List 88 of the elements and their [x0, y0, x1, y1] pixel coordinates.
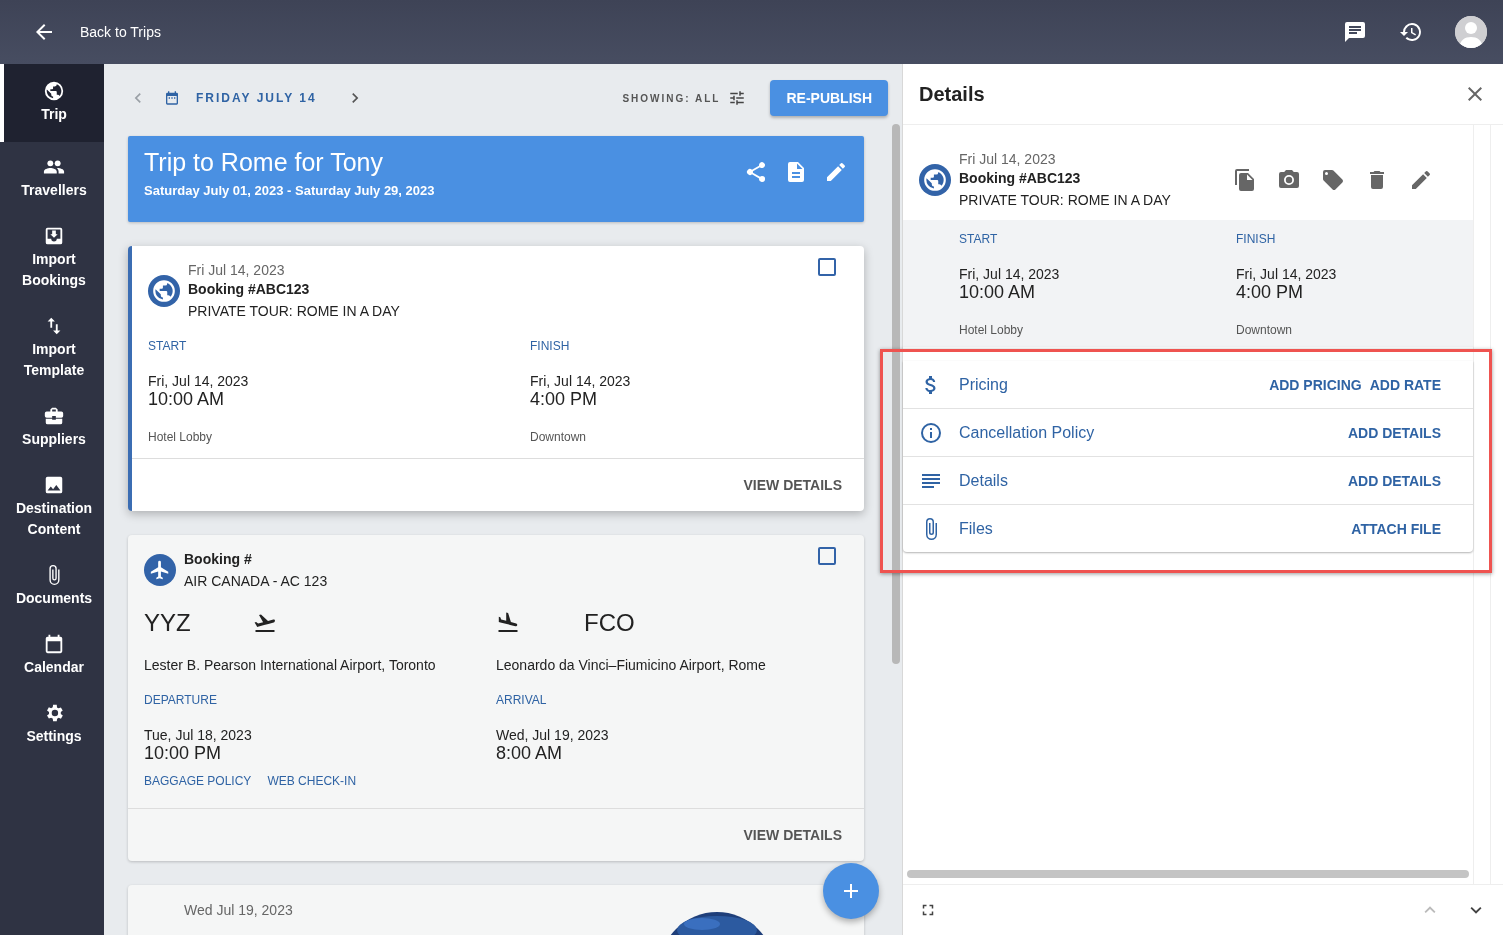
date-text: Tue, Jul 18, 2023: [144, 727, 253, 743]
policy-link[interactable]: BAGGAGE POLICY: [144, 774, 252, 788]
booking-card[interactable]: [128, 535, 864, 861]
checkbox[interactable]: [818, 258, 836, 276]
sidebar-item[interactable]: Import Bookings: [0, 211, 104, 301]
landing-icon: [496, 611, 520, 635]
place-text: Downtown: [1236, 323, 1294, 337]
view-details-button[interactable]: VIEW DETAILS: [737, 476, 848, 494]
section-action-button[interactable]: ATTACH FILE: [1351, 520, 1441, 537]
booking-number: Booking #ABC123: [959, 170, 1082, 186]
calendar-icon[interactable]: [164, 90, 180, 106]
time-text: 4:00 PM: [1236, 282, 1305, 303]
time-label: START: [148, 339, 188, 353]
place-text: Hotel Lobby: [148, 430, 214, 444]
current-date: FRIDAY JULY 14: [196, 91, 317, 105]
airline-flight: AIR CANADA - AC 123: [184, 573, 328, 589]
section-action-button[interactable]: ADD DETAILS: [1347, 424, 1441, 441]
section-title: Cancellation Policy: [959, 423, 1096, 442]
booking-card[interactable]: Fri Jul 14, 2023 Booking #ABC123 PRIVATE TOUR: ROME IN A DAY START Fri, Jul 14, 2023 10:00 AM Hotel Lobby FINISH Fri, Jul 14, 2023 4:00 PM Downtown VIEW DETAILS: [128, 246, 864, 511]
section-title: Pricing: [959, 375, 1009, 394]
time-text: 10:00 PM: [144, 743, 223, 764]
airport-name: Lester B. Pearson International Airport, Toronto: [144, 657, 437, 673]
booking-date: Wed Jul 19, 2023: [184, 902, 293, 918]
booking-date: Fri Jul 14, 2023: [959, 151, 1057, 167]
info-icon: [919, 420, 943, 445]
policy-link[interactable]: WEB CHECK-IN: [267, 774, 357, 788]
sidebar-item[interactable]: Settings: [0, 688, 104, 757]
booking-name: PRIVATE TOUR: ROME IN A DAY: [959, 192, 1171, 208]
sidebar-item[interactable]: Trip: [0, 64, 104, 142]
date-text: Wed, Jul 19, 2023: [496, 727, 610, 743]
globe-icon: [43, 80, 65, 102]
copy-icon[interactable]: [1233, 167, 1257, 192]
booking-card[interactable]: Wed Jul 19, 2023: [128, 885, 864, 935]
airplane-icon: [144, 554, 176, 586]
trip-title: Trip to Rome for Tony: [144, 148, 384, 177]
time-text: 8:00 AM: [496, 743, 564, 764]
booking-name: PRIVATE TOUR: ROME IN A DAY: [188, 303, 400, 319]
booking-number: Booking #ABC123: [188, 281, 311, 297]
place-text: Hotel Lobby: [959, 323, 1025, 337]
date-text: Fri, Jul 14, 2023: [148, 373, 250, 389]
section-title: Files: [959, 519, 994, 538]
history-icon[interactable]: [1399, 20, 1423, 44]
sidebar-item[interactable]: Calendar: [0, 619, 104, 688]
section-action-button[interactable]: ADD PRICING: [1269, 376, 1362, 393]
airport-name: Leonardo da Vinci–Fiumicino Airport, Rome: [496, 657, 767, 673]
tag-icon[interactable]: [1321, 167, 1345, 192]
view-details-button[interactable]: VIEW DETAILS: [737, 826, 848, 844]
chat-icon[interactable]: [1343, 20, 1367, 44]
airport-code: YYZ: [144, 609, 191, 637]
filter-sliders-icon[interactable]: [728, 89, 747, 107]
time-text: 10:00 AM: [148, 389, 226, 410]
image-icon: [43, 474, 65, 496]
booking-date: Fri Jul 14, 2023: [188, 262, 286, 278]
scrollbar[interactable]: [907, 870, 1469, 878]
briefcase-icon: [43, 405, 65, 427]
time-label: FINISH: [530, 339, 571, 353]
time-label: START: [959, 232, 999, 246]
date-text: Fri, Jul 14, 2023: [1236, 266, 1338, 282]
sidebar-item[interactable]: Documents: [0, 550, 104, 619]
date-text: Fri, Jul 14, 2023: [959, 266, 1061, 282]
time-label: FINISH: [1236, 232, 1277, 246]
panel-title: Details: [919, 82, 986, 106]
add-button[interactable]: [823, 863, 879, 919]
sidebar-item[interactable]: Destination Content: [0, 460, 104, 550]
calendar-icon: [43, 633, 65, 655]
scrollbar[interactable]: [892, 124, 900, 664]
airport-code: FCO: [584, 609, 635, 637]
time-label: ARRIVAL: [496, 693, 548, 707]
share-icon[interactable]: [744, 160, 768, 184]
trip-dates: Saturday July 01, 2023 - Saturday July 29, 2023: [144, 183, 436, 198]
section-action-button[interactable]: ADD DETAILS: [1347, 472, 1441, 489]
time-text: 10:00 AM: [959, 282, 1037, 303]
sidebar-item[interactable]: Travellers: [0, 142, 104, 211]
checkbox[interactable]: [818, 547, 836, 565]
sidebar-item[interactable]: Import Template: [0, 301, 104, 391]
filter-label: SHOWING: ALL: [622, 92, 721, 104]
section-action-button[interactable]: ADD RATE: [1369, 376, 1441, 393]
avatar-icon[interactable]: [1455, 16, 1487, 48]
back-button[interactable]: Back to Trips: [32, 20, 161, 44]
place-text: Downtown: [530, 430, 588, 444]
time-label: DEPARTURE: [144, 693, 218, 707]
edit-icon[interactable]: [824, 160, 848, 184]
inbox-download-icon: [43, 225, 65, 247]
date-text: Fri, Jul 14, 2023: [530, 373, 632, 389]
section-title: Details: [959, 471, 1009, 490]
sidebar-item[interactable]: Suppliers: [0, 391, 104, 460]
booking-number: Booking #: [184, 551, 253, 567]
time-text: 4:00 PM: [530, 389, 599, 410]
